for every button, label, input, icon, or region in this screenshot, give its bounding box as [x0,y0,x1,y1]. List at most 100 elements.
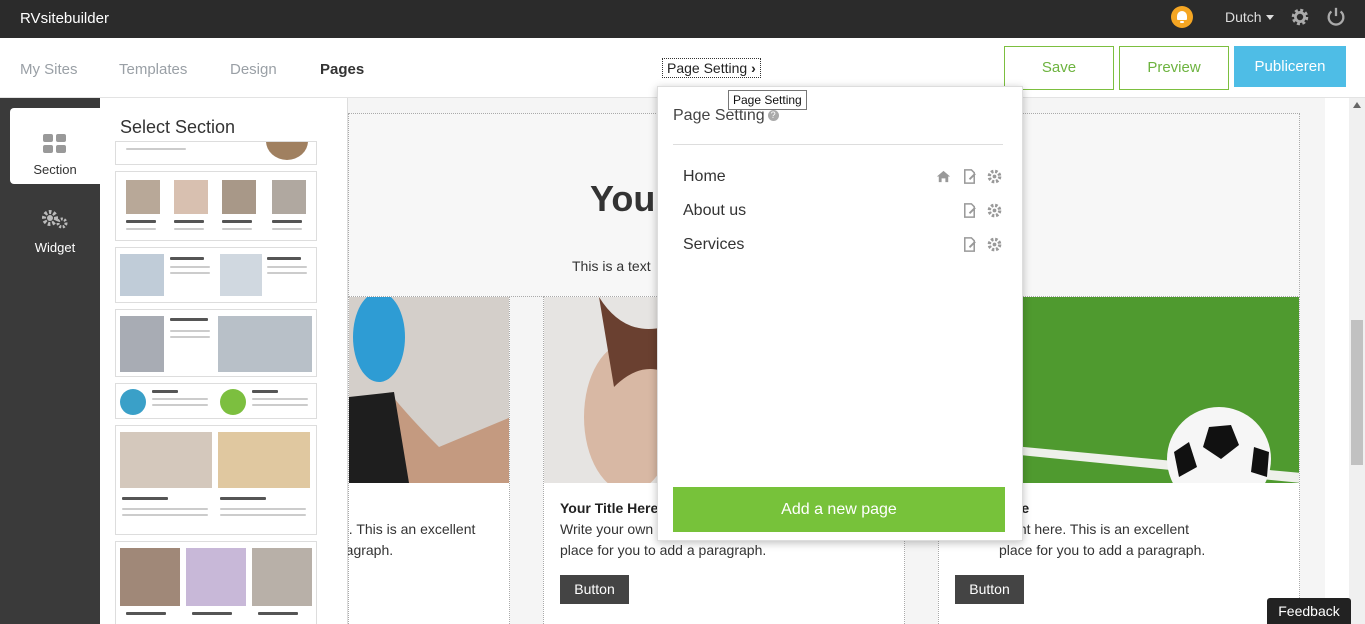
thumb-title-line [152,390,178,393]
thumb-title-line [122,497,168,500]
thumb-photo [272,180,306,214]
hero-title[interactable]: You [590,178,655,220]
thumb-text-line [126,228,156,230]
thumb-title-line [126,220,156,223]
gear-icon[interactable] [986,236,1003,253]
page-setting-popup: Page Setting? Home About us Services Add… [657,86,1023,541]
page-setting-button[interactable]: Page Setting › [662,58,761,78]
thumb-text-line [152,398,208,400]
content-card[interactable]: e. This is an excellent ragraph. [348,296,510,624]
thumb-text-line [267,266,307,268]
add-new-page-button[interactable]: Add a new page [673,487,1005,532]
divider [673,144,1003,145]
thumb-photo [218,316,312,372]
thumb-title-line [174,220,204,223]
tab-templates[interactable]: Templates [119,61,187,78]
power-icon[interactable] [1325,6,1347,28]
caret-down-icon [1265,15,1274,20]
page-actions [957,236,1003,254]
thumb-photo [174,180,208,214]
gear-icon[interactable] [986,202,1003,219]
section-thumbnail[interactable] [115,383,317,419]
notification-bell-icon[interactable] [1171,6,1193,28]
thumb-photo [220,254,262,296]
edit-page-icon[interactable] [961,168,978,185]
thumb-title-line [192,612,232,615]
thumb-text-line [252,404,308,406]
publish-button[interactable]: Publiceren [1234,46,1346,87]
sidebar-item-widget[interactable]: Widget [10,194,100,270]
card-photo [349,297,509,483]
page-row-services[interactable]: Services [683,236,1003,260]
thumb-text-line [170,336,210,338]
section-thumbnail[interactable] [115,309,317,377]
gear-icon[interactable] [986,168,1003,185]
language-label: Dutch [1225,9,1262,25]
sidebar-item-label: Widget [34,240,76,255]
edit-page-icon[interactable] [961,202,978,219]
thumb-text-line [122,508,208,510]
card-title[interactable]: Your Title Here [560,500,658,516]
gears-icon [42,210,68,229]
tab-pages[interactable]: Pages [320,61,364,78]
tab-design[interactable]: Design [230,61,277,78]
thumb-title-line [126,612,166,615]
thumb-photo [126,180,160,214]
grid-icon [43,134,67,154]
card-button[interactable]: Button [955,575,1024,604]
page-row-about-us[interactable]: About us [683,202,1003,226]
thumb-title-line [170,318,208,321]
select-section-panel: Select Section [100,98,348,624]
thumb-photo [120,316,164,372]
thumb-text-line [252,398,308,400]
thumb-text-line [170,330,210,332]
brand-name: RVsitebuilder [20,10,109,27]
page-name[interactable]: About us [683,202,746,219]
section-thumbnail[interactable] [115,141,317,165]
thumb-photo [222,180,256,214]
thumb-text-line [126,148,186,150]
home-icon[interactable] [935,168,952,185]
thumb-title-line [220,497,266,500]
hero-text[interactable]: This is a text [572,258,651,274]
page-setting-label: Page Setting [667,60,748,76]
save-button[interactable]: Save [1004,46,1114,90]
thumb-title-line [170,257,204,260]
scroll-up-arrow-icon[interactable] [1353,102,1361,108]
language-selector[interactable]: Dutch [1225,9,1274,25]
sidebar-item-section[interactable]: Section [10,108,100,184]
page-scrollbar[interactable] [1349,98,1365,624]
card-button[interactable]: Button [560,575,629,604]
thumb-text-line [220,514,306,516]
page-row-home[interactable]: Home [683,168,1003,192]
feedback-button[interactable]: Feedback [1267,598,1351,624]
thumb-title-line [272,220,302,223]
settings-gear-icon[interactable] [1289,6,1311,28]
thumb-text-line [174,228,204,230]
section-thumbnail[interactable] [115,541,317,624]
page-name[interactable]: Services [683,236,744,253]
preview-button[interactable]: Preview [1119,46,1229,90]
thumb-photo [120,254,164,296]
panel-title: Select Section [120,117,236,137]
left-sidebar: Section Widget [0,98,100,624]
tooltip: Page Setting [728,90,807,110]
edit-page-icon[interactable] [961,236,978,253]
thumb-photo [266,142,308,160]
thumb-text-line [122,514,208,516]
page-name[interactable]: Home [683,168,726,185]
thumb-text-line [152,404,208,406]
thumb-text-line [222,228,252,230]
tab-my-sites[interactable]: My Sites [20,61,78,78]
thumb-title-line [267,257,301,260]
section-thumbnail[interactable] [115,247,317,303]
thumb-text-line [220,508,306,510]
section-thumbnail[interactable] [115,425,317,535]
thumb-photo [120,432,212,488]
scroll-thumb[interactable] [1351,320,1363,465]
thumb-photo [186,548,246,606]
section-thumbnail[interactable] [115,171,317,241]
help-icon[interactable]: ? [767,110,779,121]
thumb-title-line [252,390,278,393]
thumb-photo [120,389,146,415]
